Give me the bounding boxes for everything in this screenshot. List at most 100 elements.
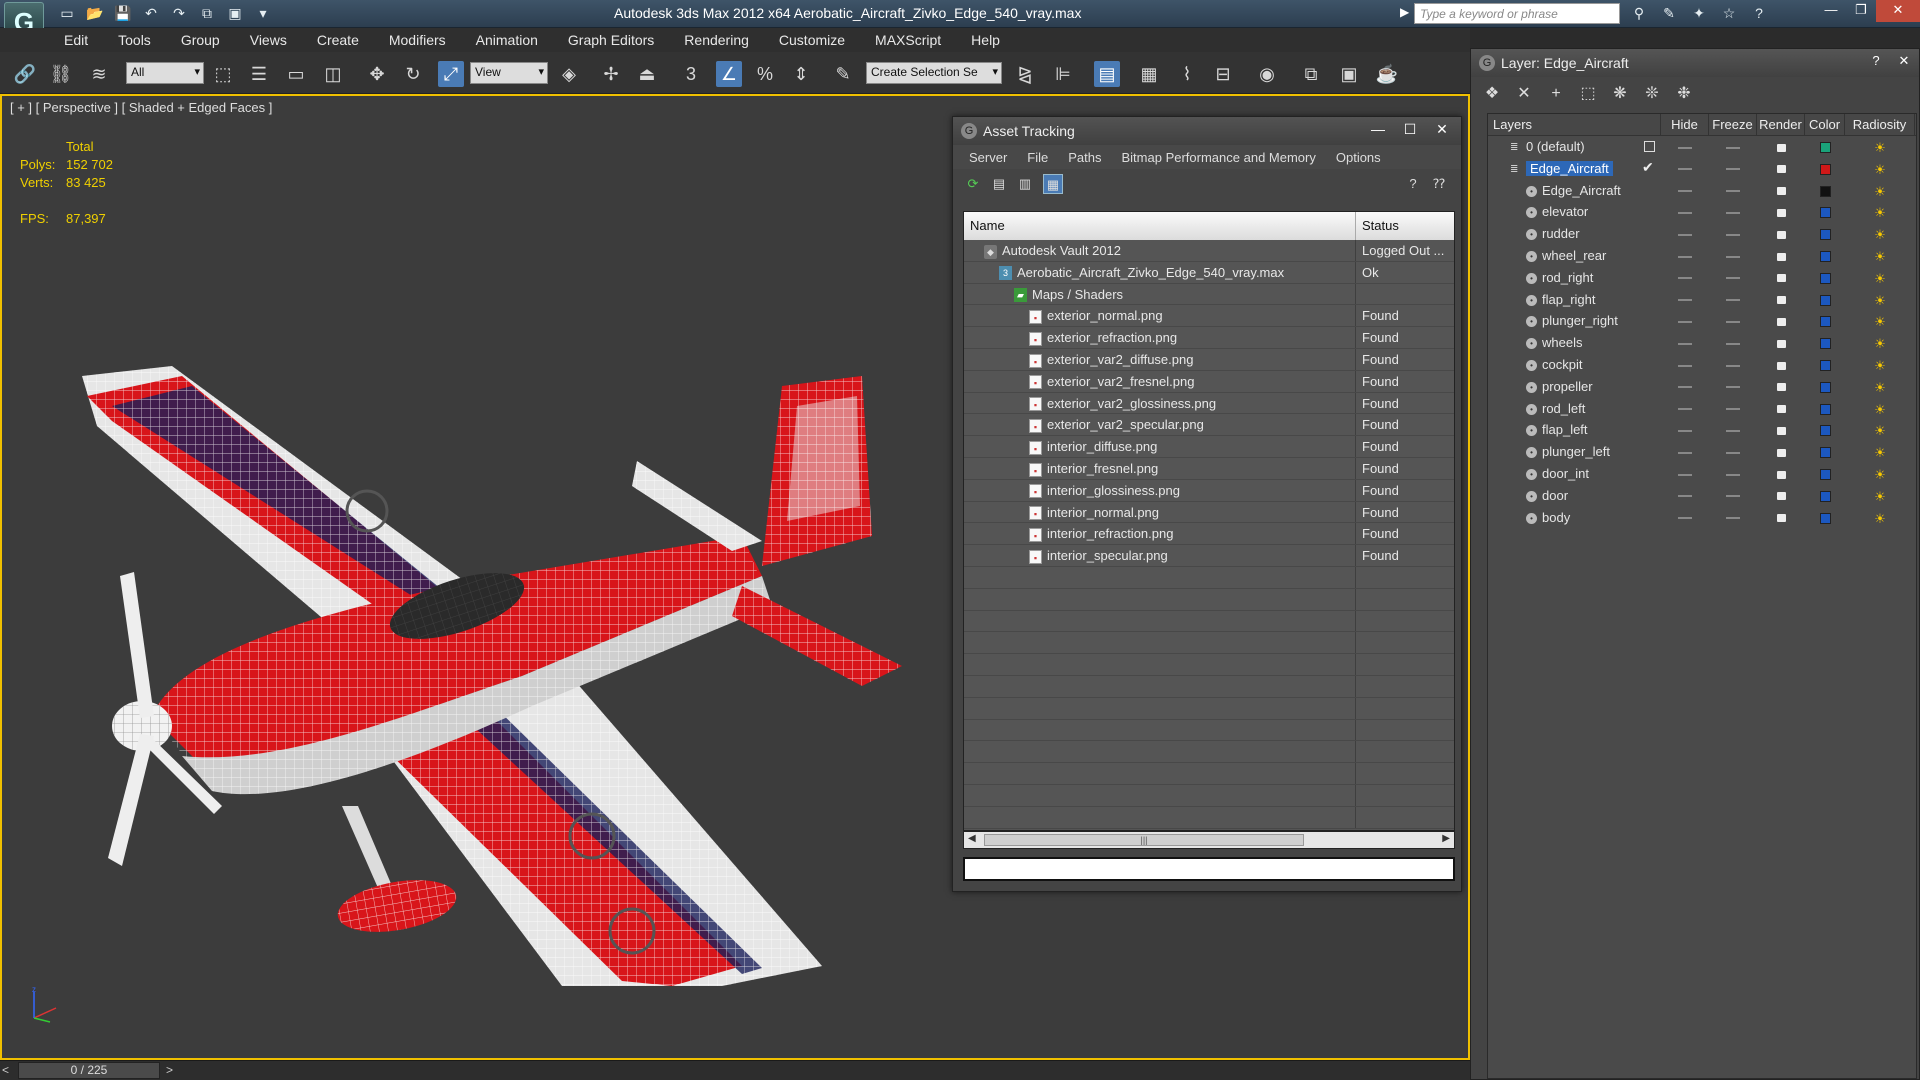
color-swatch[interactable] xyxy=(1819,469,1831,481)
object-row[interactable]: • rudder ☀ xyxy=(1488,223,1916,245)
object-row[interactable]: • wheels ☀ xyxy=(1488,332,1916,354)
radiosity-toggle[interactable]: ☀ xyxy=(1845,376,1915,398)
asset-row[interactable]: ▪ interior_specular.png Found xyxy=(964,545,1454,567)
edit-named-selection-icon[interactable]: ✎ xyxy=(830,61,856,87)
radiosity-toggle[interactable]: ☀ xyxy=(1845,136,1915,158)
asset-menu-bitmap-performance-and-memory[interactable]: Bitmap Performance and Memory xyxy=(1116,150,1322,165)
hide-toggle[interactable] xyxy=(1661,223,1709,245)
asset-menu-options[interactable]: Options xyxy=(1330,150,1387,165)
asset-row[interactable]: ▰ Maps / Shaders xyxy=(964,283,1454,306)
hide-toggle[interactable] xyxy=(1661,354,1709,376)
color-cell[interactable] xyxy=(1805,267,1845,289)
color-cell[interactable] xyxy=(1805,354,1845,376)
radiosity-toggle[interactable]: ☀ xyxy=(1845,419,1915,441)
asset-row[interactable]: ▪ exterior_var2_glossiness.png Found xyxy=(964,392,1454,415)
menu-views[interactable]: Views xyxy=(238,32,299,48)
add-to-layer-icon[interactable]: + xyxy=(1545,83,1567,105)
hide-toggle[interactable] xyxy=(1661,332,1709,354)
freeze-toggle[interactable] xyxy=(1709,376,1757,398)
color-swatch[interactable] xyxy=(1819,360,1831,372)
color-swatch[interactable] xyxy=(1819,207,1831,219)
search-expand-icon[interactable]: ▶ xyxy=(1400,5,1409,19)
list-view-icon[interactable]: ▤ xyxy=(989,174,1009,194)
color-cell[interactable] xyxy=(1805,158,1845,180)
render-toggle[interactable] xyxy=(1757,267,1805,289)
color-cell[interactable] xyxy=(1805,332,1845,354)
asset-path-field[interactable] xyxy=(963,857,1455,881)
color-swatch[interactable] xyxy=(1819,229,1831,241)
highlight-layer-icon[interactable]: ❋ xyxy=(1609,83,1631,105)
hide-toggle[interactable] xyxy=(1661,441,1709,463)
object-row[interactable]: • elevator ☀ xyxy=(1488,201,1916,223)
hide-toggle[interactable] xyxy=(1661,267,1709,289)
hide-toggle[interactable] xyxy=(1661,245,1709,267)
column-header-status[interactable]: Status xyxy=(1356,212,1454,240)
select-by-name-icon[interactable]: ☰ xyxy=(246,61,272,87)
freeze-toggle[interactable] xyxy=(1709,485,1757,507)
render-toggle[interactable] xyxy=(1757,332,1805,354)
select-manipulate-icon[interactable]: ✢ xyxy=(598,61,624,87)
freeze-toggle[interactable] xyxy=(1709,223,1757,245)
render-toggle[interactable] xyxy=(1757,180,1805,202)
close-icon[interactable]: ✕ xyxy=(1427,119,1457,141)
menu-modifiers[interactable]: Modifiers xyxy=(377,32,458,48)
radiosity-toggle[interactable]: ☀ xyxy=(1845,289,1915,311)
scale-icon[interactable]: ⤢ xyxy=(438,61,464,87)
qa-dropdown-icon[interactable]: ▾ xyxy=(252,3,274,23)
freeze-toggle[interactable] xyxy=(1709,354,1757,376)
hide-toggle[interactable] xyxy=(1661,419,1709,441)
refresh-icon[interactable]: ⟳ xyxy=(963,174,983,194)
asset-row[interactable]: ▪ interior_glossiness.png Found xyxy=(964,479,1454,502)
asset-tracking-titlebar[interactable]: G Asset Tracking — ☐ ✕ xyxy=(953,117,1461,145)
hide-toggle[interactable] xyxy=(1661,376,1709,398)
render-toggle[interactable] xyxy=(1757,441,1805,463)
redo-icon[interactable]: ↷ xyxy=(168,3,190,23)
color-swatch[interactable] xyxy=(1819,272,1831,284)
hide-toggle[interactable] xyxy=(1661,158,1709,180)
delete-layer-icon[interactable]: ✕ xyxy=(1513,83,1535,105)
render-setup-icon[interactable]: ⧉ xyxy=(1298,61,1324,87)
save-file-icon[interactable]: 💾 xyxy=(112,3,134,23)
selection-filter-select[interactable]: All xyxy=(126,62,204,84)
color-swatch[interactable] xyxy=(1819,316,1831,328)
asset-row[interactable]: ▪ exterior_var2_specular.png Found xyxy=(964,414,1454,437)
hide-toggle[interactable] xyxy=(1661,201,1709,223)
undo-icon[interactable]: ↶ xyxy=(140,3,162,23)
radiosity-toggle[interactable]: ☀ xyxy=(1845,223,1915,245)
hide-toggle[interactable] xyxy=(1661,398,1709,420)
color-swatch[interactable] xyxy=(1819,185,1831,197)
render-toggle[interactable] xyxy=(1757,158,1805,180)
layer-row[interactable]: ≣ 0 (default) ☀ xyxy=(1488,136,1916,158)
render-toggle[interactable] xyxy=(1757,223,1805,245)
menu-help[interactable]: Help xyxy=(959,32,1012,48)
radiosity-toggle[interactable]: ☀ xyxy=(1845,158,1915,180)
layer-column-radiosity[interactable]: Radiosity xyxy=(1845,114,1915,135)
asset-menu-paths[interactable]: Paths xyxy=(1062,150,1107,165)
render-toggle[interactable] xyxy=(1757,485,1805,507)
render-toggle[interactable] xyxy=(1757,289,1805,311)
asset-row[interactable]: ▪ exterior_refraction.png Found xyxy=(964,327,1454,349)
column-header-name[interactable]: Name xyxy=(964,212,1356,240)
radiosity-toggle[interactable]: ☀ xyxy=(1845,463,1915,485)
freeze-toggle[interactable] xyxy=(1709,419,1757,441)
freeze-toggle[interactable] xyxy=(1709,136,1757,158)
asset-row[interactable]: ▪ interior_normal.png Found xyxy=(964,501,1454,524)
color-cell[interactable] xyxy=(1805,201,1845,223)
object-row[interactable]: • door ☀ xyxy=(1488,485,1916,507)
layer-column-hide[interactable]: Hide xyxy=(1661,114,1709,135)
menu-graph-editors[interactable]: Graph Editors xyxy=(556,32,666,48)
color-cell[interactable] xyxy=(1805,507,1845,529)
radiosity-toggle[interactable]: ☀ xyxy=(1845,180,1915,202)
color-swatch[interactable] xyxy=(1819,294,1831,306)
object-row[interactable]: • plunger_right ☀ xyxy=(1488,310,1916,332)
hide-toggle[interactable] xyxy=(1661,463,1709,485)
object-row[interactable]: • wheel_rear ☀ xyxy=(1488,245,1916,267)
subscription-icon[interactable]: ✎ xyxy=(1658,3,1680,23)
menu-maxscript[interactable]: MAXScript xyxy=(863,32,953,48)
context-help-icon[interactable]: ⁇ xyxy=(1429,174,1449,194)
rotate-icon[interactable]: ↻ xyxy=(400,61,426,87)
menu-customize[interactable]: Customize xyxy=(767,32,857,48)
render-toggle[interactable] xyxy=(1757,354,1805,376)
freeze-toggle[interactable] xyxy=(1709,310,1757,332)
color-swatch[interactable] xyxy=(1819,381,1831,393)
